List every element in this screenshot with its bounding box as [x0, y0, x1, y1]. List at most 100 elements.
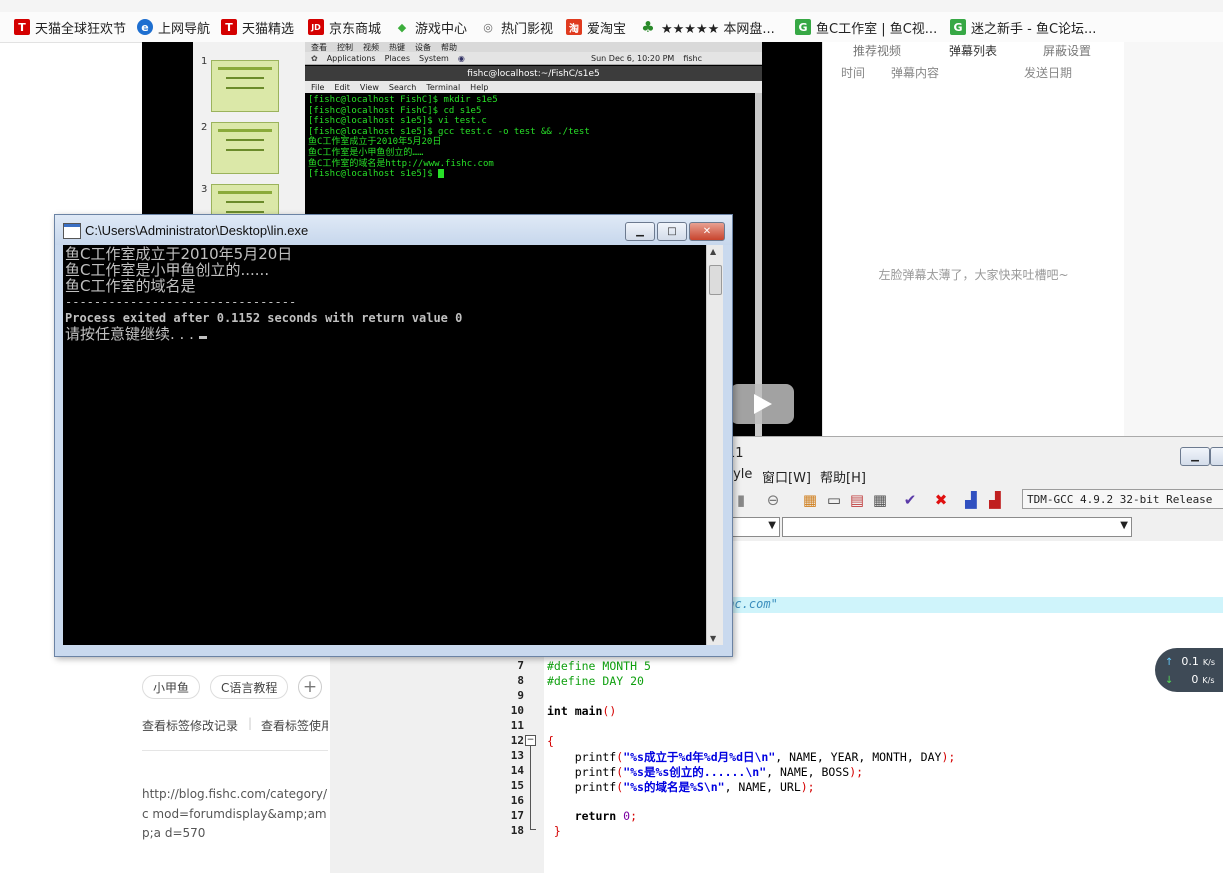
network-speed-widget[interactable]: ↑ 0.1 K/s ↓ 0 K/s — [1155, 648, 1223, 692]
toolbar-icon[interactable]: ▮ — [732, 491, 750, 509]
console-title-bar[interactable]: C:\Users\Administrator\Desktop\lin.exe ▁… — [55, 215, 732, 245]
chart-icon[interactable]: ▟ — [962, 491, 980, 509]
code-line: #define DAY 20 — [547, 674, 644, 688]
terminal-menu-item[interactable]: Edit — [334, 83, 350, 92]
line-number: 11 — [510, 719, 524, 732]
terminal-title-bar: fishc@localhost:~/FishC/s1e5 — [305, 66, 762, 81]
bookmark-label: 鱼C工作室 | 鱼C视... — [816, 21, 938, 37]
panel-clock: Sun Dec 6, 10:20 PM — [591, 53, 675, 63]
minimize-button[interactable]: ▁ — [625, 222, 655, 241]
tab-recommended[interactable]: 推荐视频 — [853, 42, 901, 58]
console-output[interactable]: 鱼C工作室成立于2010年5月20日 鱼C工作室是小甲鱼创立的...... 鱼C… — [63, 245, 714, 645]
play-button[interactable] — [730, 384, 794, 424]
line-number: 13 — [510, 749, 524, 762]
scroll-up-icon[interactable]: ▲ — [710, 247, 716, 256]
bookmark-item[interactable]: T 天猫全球狂欢节 — [14, 17, 126, 37]
console-scrollbar[interactable]: ▲ ▼ — [706, 245, 723, 645]
line-number: 16 — [510, 794, 524, 807]
slide-thumbnail[interactable] — [211, 122, 279, 174]
tmall-icon: T — [221, 19, 237, 35]
add-tag-button[interactable]: + — [298, 675, 322, 699]
vm-menu-item[interactable]: 视频 — [363, 42, 379, 52]
bookmark-item[interactable]: ◎ 热门影视 — [480, 17, 553, 37]
toolbar-icon[interactable]: ⊖ — [764, 491, 782, 509]
gamepad-icon: ◆ — [397, 20, 407, 34]
maximize-button[interactable]: □ — [657, 222, 687, 241]
browser-top-strip — [0, 0, 1223, 12]
line-number: 14 — [510, 764, 524, 777]
console-title: C:\Users\Administrator\Desktop\lin.exe — [85, 223, 309, 238]
menu-help[interactable]: 帮助[H] — [820, 467, 866, 486]
scroll-down-icon[interactable]: ▼ — [710, 634, 716, 643]
check-icon[interactable]: ✔ — [901, 491, 919, 509]
bookmark-item[interactable]: T 天猫精选 — [221, 17, 294, 37]
vm-menu-item[interactable]: 查看 — [311, 42, 327, 52]
terminal-menu-item[interactable]: Terminal — [426, 83, 460, 92]
window-icon[interactable]: ▭ — [825, 491, 843, 509]
chart-delete-icon[interactable]: ▟ — [986, 491, 1004, 509]
console-line: 鱼C工作室成立于2010年5月20日 — [65, 245, 293, 263]
line-number: 9 — [517, 689, 524, 702]
slide-thumbnail[interactable] — [211, 60, 279, 112]
gnome-foot-icon[interactable]: ✿ — [311, 54, 318, 63]
line-number: 15 — [510, 779, 524, 792]
tile-icon[interactable]: ▦ — [801, 491, 819, 509]
vm-menu-item[interactable]: 热键 — [389, 42, 405, 52]
tag-usage-link[interactable]: 查看标签使用 — [261, 717, 328, 734]
jd-icon: JD — [308, 19, 324, 35]
vm-menu-item[interactable]: 帮助 — [441, 42, 457, 52]
code-line: int main() — [547, 704, 617, 718]
close-button[interactable]: ✕ — [689, 222, 725, 241]
bookmark-item[interactable]: ◆ 游戏中心 — [394, 17, 467, 37]
menu-window[interactable]: 窗口[W] — [762, 467, 811, 486]
terminal-menu-item[interactable]: View — [360, 83, 379, 92]
terminal-line: 鱼C工作室的域名是http://www.fishc.com — [308, 158, 494, 169]
cascade-icon[interactable]: ▤ — [848, 491, 866, 509]
bookmark-item[interactable]: 淘爱淘宝 — [566, 17, 626, 37]
vm-menu-item[interactable]: 设备 — [415, 42, 431, 52]
maximize-button[interactable] — [1210, 447, 1223, 466]
member-combo[interactable]: ▼ — [782, 517, 1132, 537]
panel-menu-item[interactable]: Places — [385, 54, 410, 63]
tag-chip[interactable]: C语言教程 — [210, 675, 289, 699]
panel-menu-item[interactable]: System — [419, 54, 449, 63]
browser-icon[interactable]: ◉ — [458, 54, 465, 63]
code-editor[interactable]: #define MONTH 5 #define DAY 20 int main(… — [544, 652, 1223, 873]
minimize-button[interactable]: ▁ — [1180, 447, 1210, 466]
code-line: return 0; — [547, 809, 638, 823]
bookmark-item[interactable]: G 迷之新手 - 鱼C论坛... — [950, 17, 1096, 37]
terminal-prompt: [fishc@localhost s1e5]$ — [308, 169, 439, 180]
scroll-thumb[interactable] — [709, 265, 722, 295]
bookmark-item[interactable]: e 上网导航 — [137, 17, 210, 37]
panel-menu-item[interactable]: Applications — [327, 54, 376, 63]
vm-menu-item[interactable]: 控制 — [337, 42, 353, 52]
tab-block-settings[interactable]: 屏蔽设置 — [1043, 42, 1091, 58]
console-exit-line: Process exited after 0.1152 seconds with… — [65, 311, 463, 325]
fold-toggle-icon[interactable]: − — [525, 735, 536, 746]
bookmark-item[interactable]: G 鱼C工作室 | 鱼C视... — [795, 17, 937, 37]
terminal-menu-item[interactable]: File — [311, 83, 324, 92]
divider: | — [248, 716, 253, 730]
terminal-menu-item[interactable]: Help — [470, 83, 488, 92]
grid-icon[interactable]: ▦ — [871, 491, 889, 509]
highlighted-line: shc.com" — [720, 597, 1223, 613]
console-line: 鱼C工作室是小甲鱼创立的...... — [65, 261, 270, 279]
tab-danmaku-list[interactable]: 弹幕列表 — [949, 42, 997, 58]
code-line: printf("%s成立于%d年%d月%d日\n", NAME, YEAR, M… — [547, 750, 956, 764]
line-number: 8 — [517, 674, 524, 687]
fold-end — [530, 829, 536, 830]
delete-icon[interactable]: ✖ — [932, 491, 950, 509]
globe-icon: ◎ — [483, 20, 493, 34]
tag-history-link[interactable]: 查看标签修改记录 — [142, 717, 238, 734]
terminal-title: fishc@localhost:~/FishC/s1e5 — [467, 68, 600, 79]
line-number: 17 — [510, 809, 524, 822]
download-arrow-icon: ↓ — [1165, 675, 1174, 686]
upload-unit: K/s — [1202, 658, 1215, 667]
compiler-select[interactable]: TDM-GCC 4.9.2 32-bit Release — [1022, 489, 1223, 509]
vm-menu-bar: 查看 控制 视频 热键 设备 帮助 — [305, 42, 762, 52]
tag-chip[interactable]: 小甲鱼 — [142, 675, 201, 699]
bookmark-label: 上网导航 — [158, 21, 211, 37]
bookmark-item[interactable]: ♣ ★★★★★ 本网盘... — [640, 17, 775, 37]
bookmark-item[interactable]: JD 京东商城 — [308, 17, 381, 37]
terminal-menu-item[interactable]: Search — [389, 83, 416, 92]
